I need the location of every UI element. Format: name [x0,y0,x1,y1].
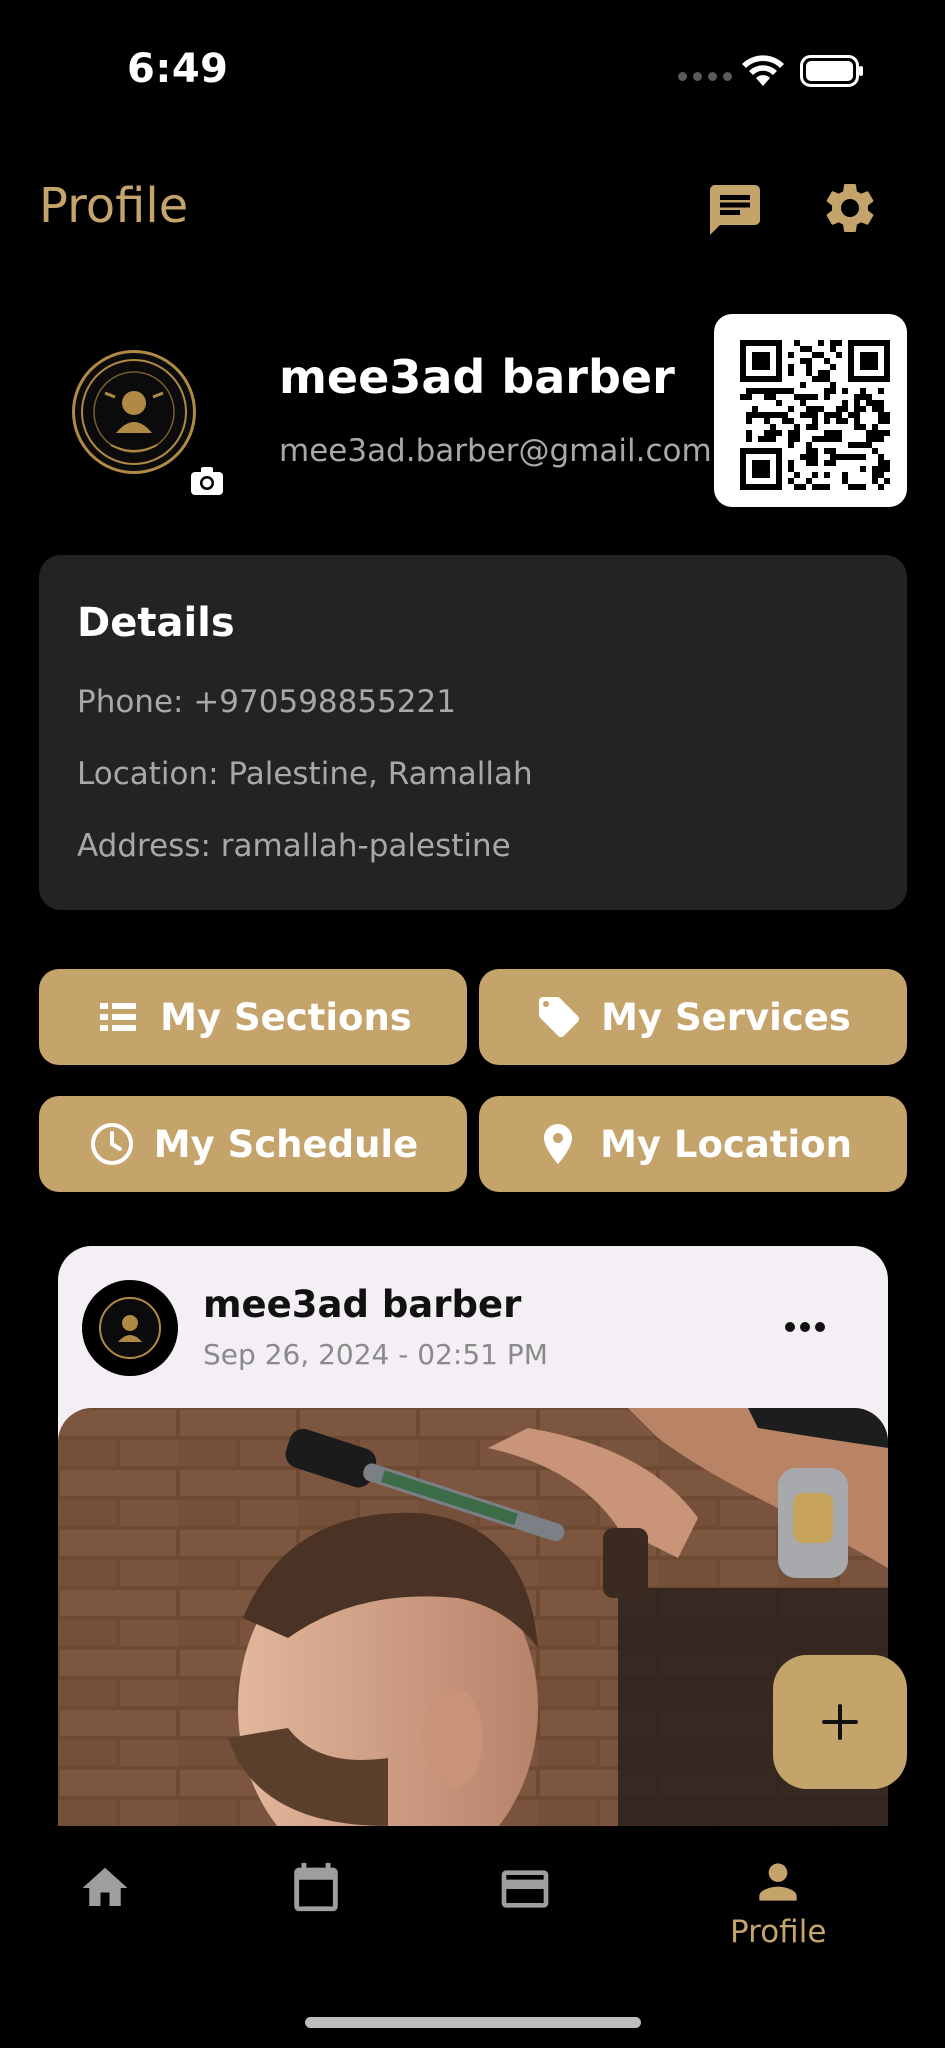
detail-address: Address: ramallah-palestine [77,828,511,864]
my-services-label: My Services [601,995,851,1039]
calendar-icon [294,1862,338,1912]
my-sections-button[interactable]: My Sections [39,969,467,1065]
profile-avatar[interactable] [72,350,196,474]
camera-icon[interactable] [190,466,224,496]
list-icon [100,1003,137,1031]
post-date: Sep 26, 2024 - 02:51 PM [203,1338,548,1371]
location-pin-icon [544,1124,573,1164]
nav-profile-label: Profile [730,1914,827,1950]
post-author[interactable]: mee3ad barber [203,1283,521,1326]
bottom-nav: Profile [0,1826,945,2048]
qr-code-button[interactable] [714,314,907,507]
gear-icon[interactable] [820,178,880,238]
add-post-button[interactable] [773,1655,907,1789]
cellular-signal-icon [678,72,732,81]
my-schedule-label: My Schedule [153,1122,419,1166]
my-location-button[interactable]: My Location [479,1096,907,1192]
detail-location: Location: Palestine, Ramallah [77,756,533,792]
barber-photo [58,1408,888,1826]
my-schedule-button[interactable]: My Schedule [39,1096,467,1192]
nav-calendar[interactable] [287,1858,345,1916]
clock-icon [90,1123,133,1165]
person-icon [759,1863,797,1901]
detail-phone: Phone: +970598855221 [77,684,456,720]
my-location-label: My Location [600,1122,852,1166]
battery-icon [800,55,863,87]
my-services-button[interactable]: My Services [479,969,907,1065]
wifi-icon [742,55,784,86]
nav-home[interactable] [78,1861,132,1915]
barbershop-logo-icon [81,359,187,465]
details-title: Details [77,600,235,646]
nav-profile[interactable]: Profile [730,1854,826,1950]
tag-icon [539,997,580,1037]
my-sections-label: My Sections [160,995,412,1039]
qr-code-icon [740,340,890,490]
profile-email: mee3ad.barber@gmail.com [279,433,712,469]
more-options-icon[interactable] [783,1316,827,1338]
nav-payments[interactable] [497,1861,553,1917]
home-indicator [305,2017,641,2028]
page-title: Profile [39,178,189,234]
post-image[interactable] [58,1408,888,1826]
card-icon [501,1870,549,1908]
plus-icon [822,1704,858,1740]
home-icon [82,1867,128,1906]
post-avatar[interactable] [82,1280,178,1376]
chat-icon[interactable] [705,180,765,240]
status-time: 6:49 [127,46,229,92]
barbershop-logo-icon [99,1297,161,1359]
profile-name: mee3ad barber [279,350,675,404]
